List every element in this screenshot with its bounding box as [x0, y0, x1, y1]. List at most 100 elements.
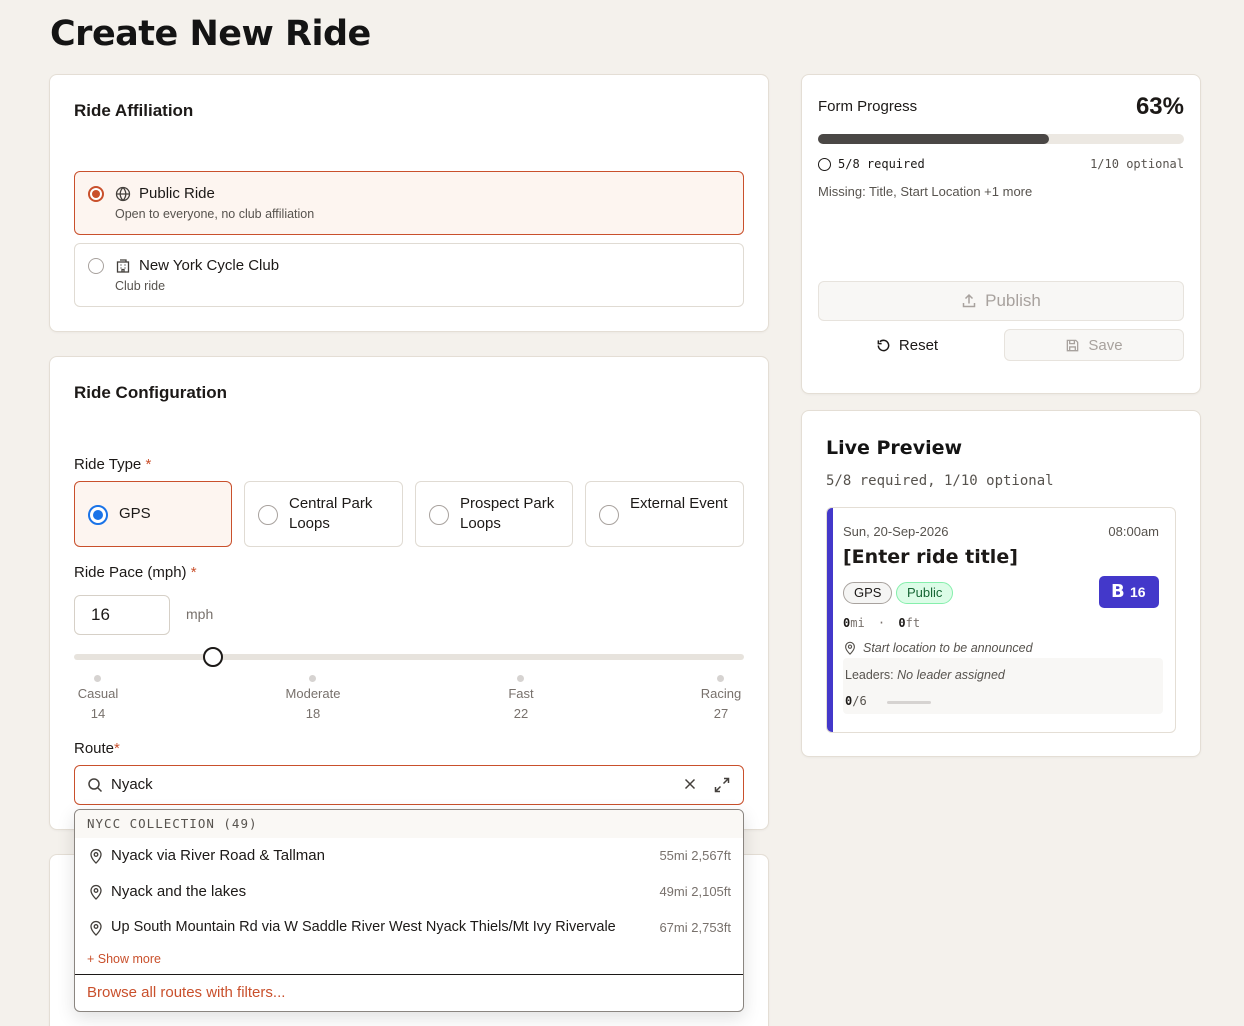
reset-button[interactable]: Reset [818, 329, 996, 361]
radio-checked[interactable] [88, 505, 108, 525]
ride-start-location: Start location to be announced [863, 641, 1033, 655]
close-icon[interactable] [682, 776, 698, 792]
form-progress-card: Form Progress 63% 5/8 required 1/10 opti… [801, 74, 1201, 394]
route-option-meta: 49mi 2,105ft [659, 884, 731, 899]
ride-type-external-event[interactable]: External Event [585, 481, 744, 547]
route-search-field[interactable]: Nyack [74, 765, 744, 805]
expand-icon[interactable] [713, 776, 731, 794]
form-progress-percent: 63% [1135, 93, 1184, 120]
route-option[interactable]: Nyack and the lakes 49mi 2,105ft [75, 874, 743, 910]
ride-type-prospect-park[interactable]: Prospect Park Loops [415, 481, 573, 547]
map-pin-icon [90, 884, 102, 900]
pace-tick [517, 675, 524, 682]
missing-fields: Missing: Title, Start Location +1 more [818, 184, 1033, 199]
building-icon [116, 259, 130, 273]
show-more-link[interactable]: + Show more [87, 952, 161, 966]
live-preview-summary: 5/8 required, 1/10 optional [826, 473, 1054, 489]
ride-type-label: Ride Type * [74, 456, 151, 473]
ride-type-label: External Event [630, 495, 728, 512]
affiliation-label: New York Cycle Club [139, 257, 280, 274]
pace-level-name: Moderate [285, 686, 341, 701]
leaders-line: Leaders: No leader assigned [845, 668, 1005, 682]
route-label: Route* [74, 740, 120, 757]
globe-icon [115, 186, 131, 202]
required-mark: * [145, 456, 152, 473]
route-option[interactable]: Nyack via River Road & Tallman 55mi 2,56… [75, 838, 743, 874]
browse-routes-link[interactable]: Browse all routes with filters... [87, 984, 285, 1001]
map-pin-icon [845, 641, 855, 655]
required-mark: * [190, 564, 197, 581]
signup-count: 0/6 [845, 694, 867, 708]
live-preview-card: Live Preview 5/8 required, 1/10 optional… [801, 410, 1201, 757]
route-option-name: Nyack via River Road & Tallman [111, 847, 325, 864]
radio-unchecked[interactable] [429, 505, 449, 525]
ride-type-badge: GPS [843, 582, 893, 604]
leaders-label: Leaders: [845, 668, 894, 682]
pace-level-value: 22 [513, 706, 529, 721]
ride-type-gps[interactable]: GPS [74, 481, 232, 547]
pace-level-value: 18 [305, 706, 321, 721]
pace-input[interactable] [74, 595, 170, 635]
pace-badge: B 16 [1099, 576, 1159, 608]
leaders-value: No leader assigned [897, 668, 1005, 682]
pace-slider-track[interactable] [74, 654, 744, 660]
route-option[interactable]: Up South Mountain Rd via W Saddle River … [75, 910, 743, 946]
ride-pace-label-text: Ride Pace (mph) [74, 564, 187, 581]
dropdown-divider [75, 974, 743, 975]
publish-button[interactable]: Publish [818, 281, 1184, 321]
ride-type-label: GPS [119, 505, 151, 522]
radio-unchecked[interactable] [599, 505, 619, 525]
search-icon [88, 778, 103, 793]
ride-stats: 0mi · 0ft [843, 616, 920, 630]
pace-level-name: Casual [77, 686, 119, 701]
affiliation-option-public[interactable]: Public Ride Open to everyone, no club af… [74, 171, 744, 235]
ride-elevation: 0 [898, 616, 906, 630]
affiliation-option-club[interactable]: New York Cycle Club Club ride [74, 243, 744, 307]
required-mark: * [114, 740, 120, 757]
affiliation-sublabel: Open to everyone, no club affiliation [115, 207, 315, 221]
ride-type-central-park[interactable]: Central Park Loops [244, 481, 403, 547]
ride-date: Sun, 20-Sep-2026 [843, 524, 949, 539]
ride-pace-label: Ride Pace (mph) * [74, 564, 197, 581]
radio-unchecked[interactable] [258, 505, 278, 525]
map-pin-icon [90, 848, 102, 864]
pace-slider-thumb[interactable] [202, 647, 223, 667]
affiliation-sublabel: Club ride [115, 279, 166, 293]
reset-label: Reset [898, 336, 939, 354]
affiliation-badge: Public [896, 582, 954, 604]
pace-level-name: Fast [508, 686, 534, 701]
circle-icon [818, 158, 831, 171]
elevation-unit: ft [905, 616, 921, 630]
form-progress-label: Form Progress [818, 98, 918, 115]
ride-affiliation-card: Ride Affiliation Public Ride Open to eve… [49, 74, 769, 332]
route-search-value[interactable]: Nyack [111, 776, 153, 793]
required-count: 5/8 required [838, 157, 925, 171]
route-dropdown: NYCC COLLECTION (49) Nyack via River Roa… [74, 809, 744, 1012]
ride-time: 08:00am [1108, 524, 1159, 539]
pace-tick [717, 675, 724, 682]
publish-label: Publish [985, 291, 1041, 310]
save-button[interactable]: Save [1004, 329, 1184, 361]
pace-badge-number: 16 [1130, 584, 1146, 600]
signup-progress-bar [887, 701, 931, 704]
stats-separator: · [877, 616, 886, 630]
dropdown-header: NYCC COLLECTION (49) [75, 810, 743, 838]
route-option-name: Nyack and the lakes [111, 883, 247, 900]
radio-checked[interactable] [88, 186, 104, 202]
distance-unit: mi [850, 616, 865, 630]
pace-class-letter: B [1111, 581, 1125, 602]
save-icon [1067, 339, 1079, 351]
reset-icon [877, 339, 890, 351]
map-pin-icon [90, 920, 102, 936]
ride-card-accent-stripe [827, 508, 833, 732]
ride-configuration-card: Ride Configuration Ride Type * GPS Centr… [49, 356, 769, 830]
radio-unchecked[interactable] [88, 258, 104, 274]
ride-type-label-text: Ride Type [74, 456, 142, 473]
route-label-text: Route [74, 740, 115, 757]
route-option-name: Up South Mountain Rd via W Saddle River … [111, 919, 616, 935]
ride-affiliation-title: Ride Affiliation [74, 101, 194, 120]
pace-tick [309, 675, 316, 682]
ride-title: [Enter ride title] [843, 546, 1018, 568]
signup-total: /6 [852, 694, 867, 708]
pace-level-name: Racing [700, 686, 742, 701]
